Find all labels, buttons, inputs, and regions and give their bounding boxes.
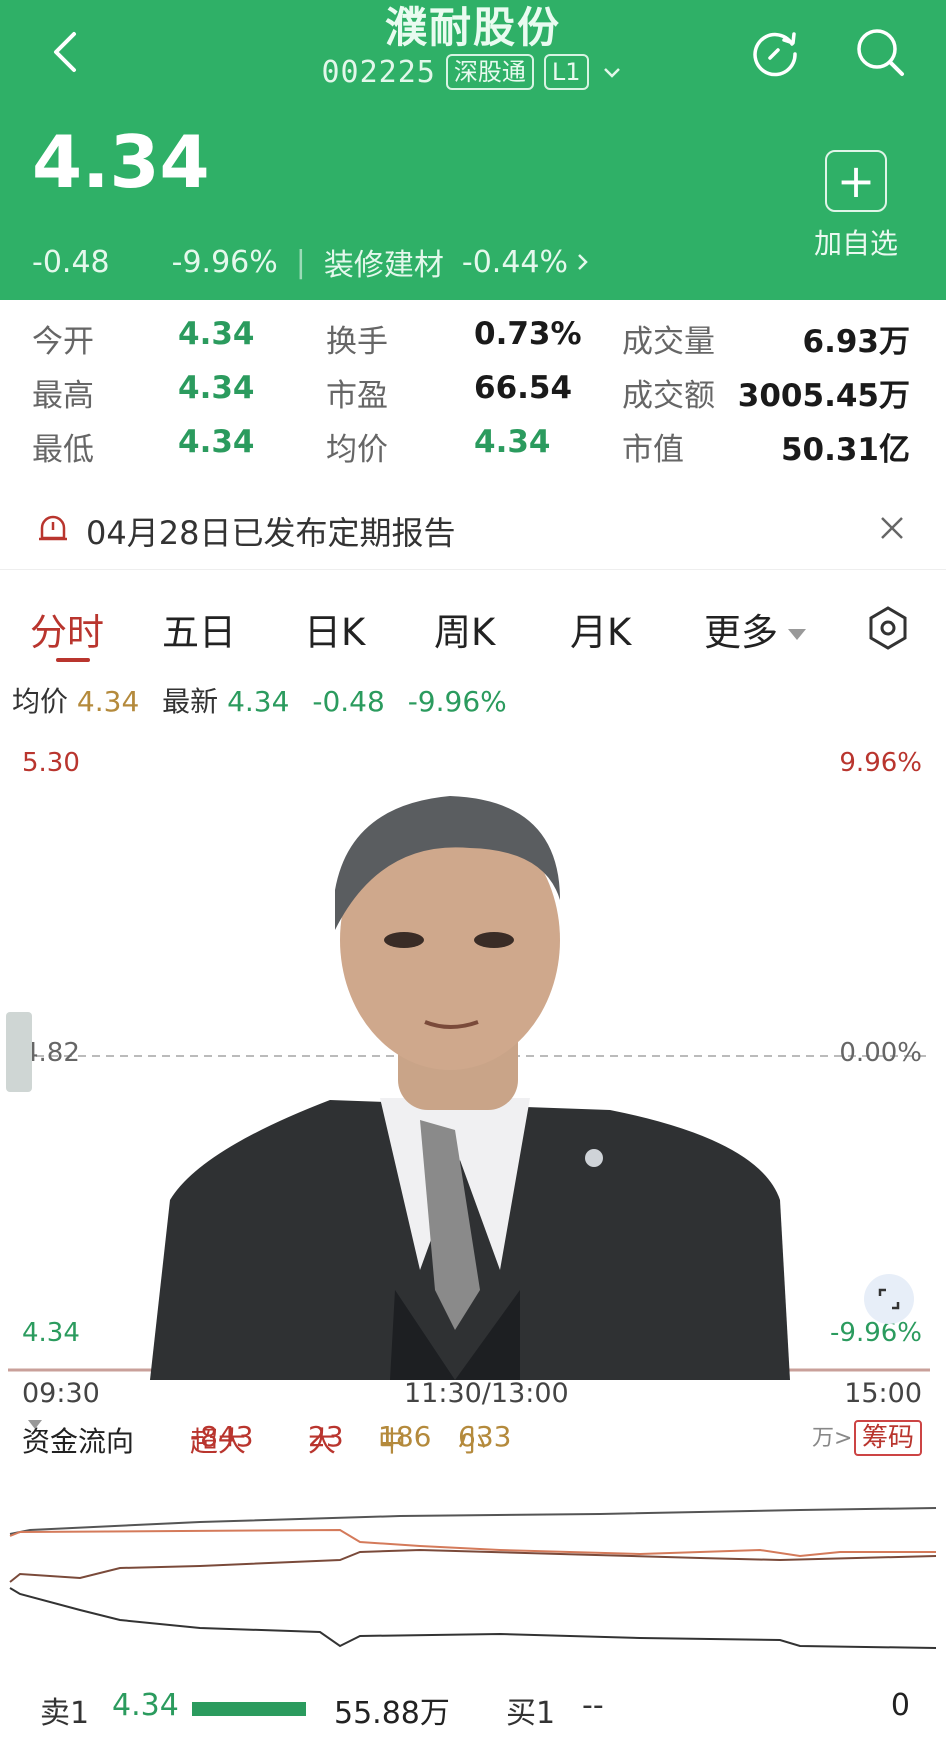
notice-text[interactable]: 04月28日已发布定期报告 (86, 508, 455, 554)
chart-legend: 均价 4.34 最新 4.34 -0.48 -9.96% (12, 680, 507, 720)
low-value: 4.34 (178, 424, 255, 460)
fund-flow-chart (9, 1507, 937, 1649)
time-end: 15:00 (844, 1378, 922, 1409)
price-change: -0.48 (32, 244, 110, 280)
sell1-label: 卖1 (40, 1696, 90, 1731)
refresh-icon[interactable] (748, 24, 804, 80)
buy1-volume: 0 (890, 1688, 910, 1723)
settings-hexagon-icon[interactable] (864, 604, 912, 652)
side-drawer-handle[interactable] (6, 1012, 32, 1092)
price-change-pct: -9.96% (171, 244, 278, 280)
buy1-price: -- (582, 1688, 604, 1723)
chevron-down-icon[interactable] (599, 59, 625, 85)
dropdown-triangle-icon (788, 629, 806, 640)
expand-icon[interactable] (864, 1274, 914, 1324)
stats-row-3: 最低 4.34 均价 4.34 市值 50.31亿 (0, 418, 946, 472)
high-label: 最高 (32, 378, 94, 414)
high-value: 4.34 (178, 370, 255, 406)
legend-avg-value: 4.34 (76, 685, 140, 718)
amount-label: 成交额 (622, 378, 715, 414)
sell1-volume-bar (192, 1702, 306, 1716)
axis-mid-pct: 0.00% (839, 1038, 922, 1068)
volume-value: 6.93万 (802, 324, 911, 360)
pe-label: 市盈 (326, 378, 388, 414)
chevron-right-icon[interactable] (574, 250, 592, 274)
add-watchlist-button[interactable]: + 加自选 (806, 150, 906, 262)
flow-unit-link[interactable]: 万> (812, 1420, 852, 1452)
legend-avg-label: 均价 (12, 685, 69, 718)
open-value: 4.34 (178, 316, 255, 352)
mcap-label: 市值 (622, 432, 684, 468)
dropdown-triangle-icon (28, 1420, 42, 1429)
legend-latest-label: 最新 (162, 685, 219, 718)
pe-value: 66.54 (474, 370, 573, 406)
stock-code: 002225 (321, 54, 436, 90)
chart-tabs: 分时 五日 日K 周K 月K 更多 (0, 596, 946, 676)
stock-header: 濮耐股份 002225 深股通 L1 4.34 -0.48 -9.96% | 装… (0, 0, 946, 300)
legend-change: -0.48 (312, 685, 385, 718)
portrait-photo (150, 796, 790, 1380)
order-book: 卖1 4.34 55.88万 买1 -- 0 (0, 1680, 946, 1740)
flow-small-value: 633 (458, 1420, 512, 1453)
low-label: 最低 (32, 432, 94, 468)
time-start: 09:30 (22, 1378, 100, 1409)
axis-top-pct: 9.96% (839, 748, 922, 778)
stats-row-2: 最高 4.34 市盈 66.54 成交额 3005.45万 (0, 364, 946, 418)
buy1-label: 买1 (506, 1696, 556, 1731)
report-notice[interactable]: 04月28日已发布定期报告 (0, 490, 946, 570)
divider: | (295, 244, 306, 280)
bell-icon (39, 515, 67, 541)
tab-monthly-k[interactable]: 月K (570, 602, 631, 656)
current-price: 4.34 (32, 120, 210, 204)
mcap-value: 50.31亿 (780, 432, 910, 468)
tab-daily-k[interactable]: 日K (304, 602, 365, 656)
stats-row-1: 今开 4.34 换手 0.73% 成交量 6.93万 (0, 310, 946, 364)
tab-five-day[interactable]: 五日 (162, 602, 236, 656)
tab-more-label: 更多 (704, 611, 778, 654)
avg-value: 4.34 (474, 424, 551, 460)
close-icon[interactable] (874, 510, 910, 546)
flow-mid-value: 186 (378, 1420, 432, 1453)
price-change-row: -0.48 -9.96% | 装修建材 -0.44% (32, 240, 592, 284)
flow-line-small (9, 1587, 937, 1649)
stock-name: 濮耐股份 (384, 3, 561, 52)
flow-super-value: -843 (190, 1420, 254, 1453)
tab-intraday[interactable]: 分时 (30, 602, 104, 656)
sector-change[interactable]: -0.44% (462, 245, 568, 280)
turnover-label: 换手 (326, 324, 388, 360)
intraday-chart[interactable] (0, 730, 946, 1380)
legend-latest-value: 4.34 (227, 685, 290, 718)
chip-distribution-button[interactable]: 筹码 (853, 1420, 922, 1456)
amount-value: 3005.45万 (737, 378, 910, 414)
axis-bottom-pct: -9.96% (830, 1318, 922, 1348)
avg-label: 均价 (326, 432, 388, 468)
stock-subinfo: 002225 深股通 L1 (0, 54, 946, 90)
time-axis: 09:30 11:30/13:00 15:00 (0, 1378, 946, 1418)
axis-bottom-price: 4.34 (22, 1318, 80, 1348)
time-mid: 11:30/13:00 (404, 1378, 569, 1409)
flow-line-super (9, 1507, 937, 1535)
sell1-price: 4.34 (112, 1688, 179, 1723)
plus-icon[interactable]: + (825, 150, 887, 212)
sector-name[interactable]: 装修建材 (324, 240, 444, 284)
volume-label: 成交量 (622, 324, 715, 360)
tab-weekly-k[interactable]: 周K (434, 602, 495, 656)
sell1-volume: 55.88万 (334, 1696, 450, 1731)
connect-tag: 深股通 (445, 54, 534, 90)
fund-flow-row: 资金流向 超大 -843 大 23 中 186 小 633 万> 筹码 (0, 1420, 946, 1468)
level-tag: L1 (543, 54, 589, 90)
flow-large-value: 23 (308, 1420, 344, 1453)
axis-top-price: 5.30 (22, 748, 80, 778)
active-tab-indicator (56, 658, 90, 662)
open-label: 今开 (32, 324, 94, 360)
stats-grid: 今开 4.34 换手 0.73% 成交量 6.93万 最高 4.34 市盈 66… (0, 310, 946, 472)
legend-change-pct: -9.96% (407, 685, 507, 718)
turnover-value: 0.73% (474, 316, 582, 352)
add-watchlist-label: 加自选 (813, 227, 898, 260)
search-icon[interactable] (852, 24, 908, 80)
tab-more[interactable]: 更多 (704, 602, 806, 656)
